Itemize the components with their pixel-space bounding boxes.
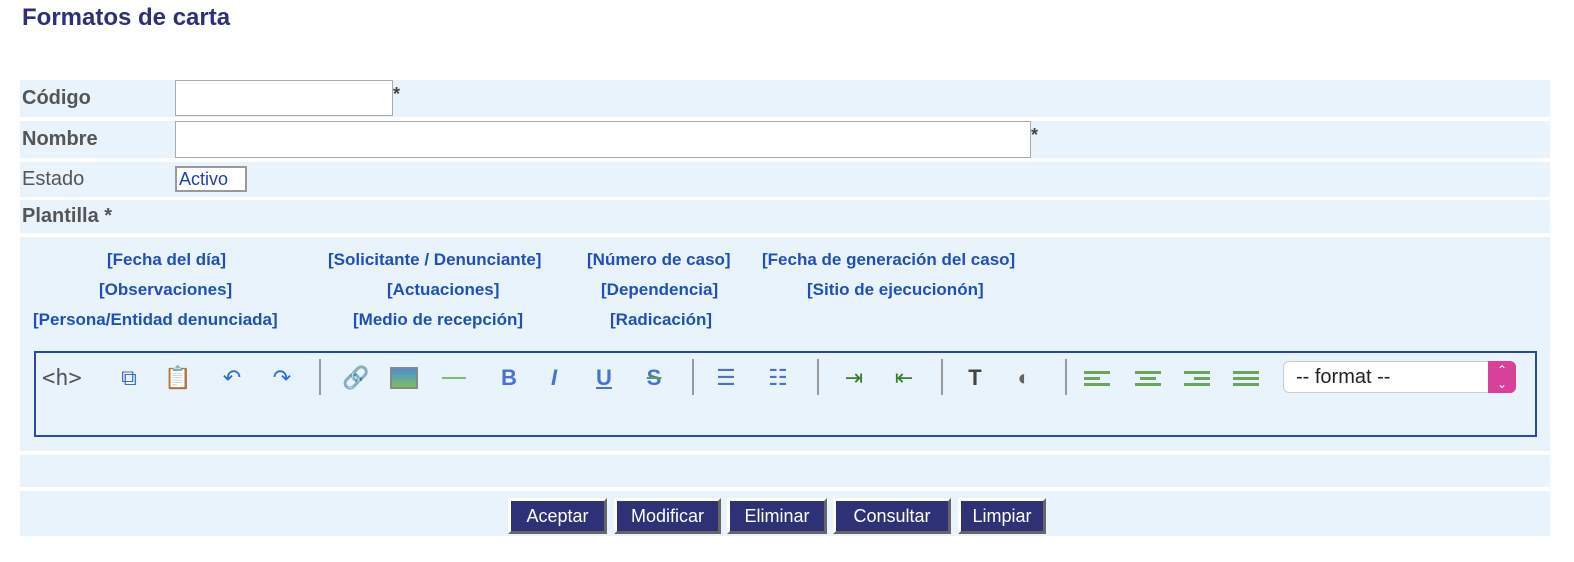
format-select-value: -- format -- [1296,366,1391,388]
required-mark: * [393,84,401,104]
placeholder-link[interactable]: [Solicitante / Denunciante] [328,250,541,270]
limpiar-button[interactable]: Limpiar [958,498,1046,534]
placeholder-link[interactable]: [Persona/Entidad denunciada] [33,310,278,330]
required-mark: * [1031,125,1039,145]
placeholder-link[interactable]: [Número de caso] [587,250,731,270]
consultar-button[interactable]: Consultar [833,498,951,534]
estado-label: Estado [22,168,85,190]
placeholder-link[interactable]: [Medio de recepción] [353,310,523,330]
text-color-icon[interactable]: T [960,363,990,393]
paste-icon[interactable]: 📋 [163,363,193,393]
codigo-row: Código * [20,80,1550,117]
estado-select[interactable]: Activo [175,166,247,192]
redo-icon[interactable]: ↷ [267,363,297,393]
align-center-icon[interactable] [1133,363,1163,393]
align-right-icon[interactable] [1182,363,1212,393]
indent-icon[interactable]: ⇥ [839,363,869,393]
toolbar-separator [319,359,321,395]
eliminar-button[interactable]: Eliminar [727,498,827,534]
select-arrows-icon: ⌃ ⌄ [1488,361,1516,393]
placeholder-link[interactable]: [Fecha de generación del caso] [762,250,1015,270]
heading-button[interactable]: <h> [42,361,82,395]
underline-icon[interactable]: U [589,363,619,393]
link-icon[interactable]: 🔗 [341,363,371,393]
placeholder-link[interactable]: [Observaciones] [99,280,232,300]
modificar-button[interactable]: Modificar [614,498,721,534]
outdent-icon[interactable]: ⇤ [889,363,919,393]
toolbar-separator [1065,359,1067,395]
spacer-row [20,455,1550,487]
placeholder-link[interactable]: [Fecha del día] [107,250,226,270]
italic-icon[interactable]: I [539,363,569,393]
format-select[interactable]: -- format -- ⌃ ⌄ [1283,361,1516,393]
undo-icon[interactable]: ↶ [217,363,247,393]
estado-row: Estado Activo [20,162,1550,197]
plantilla-label: Plantilla * [22,205,113,227]
background-color-icon[interactable]: ◐ [1009,363,1039,393]
align-justify-icon[interactable] [1231,363,1261,393]
align-left-icon[interactable] [1082,363,1112,393]
placeholder-link[interactable]: [Dependencia] [601,280,718,300]
nombre-row: Nombre * [20,121,1550,158]
strikethrough-icon[interactable]: S [639,363,669,393]
numbered-list-icon[interactable]: ☷ [763,363,793,393]
plantilla-row: Plantilla * [20,200,1550,233]
placeholder-link[interactable]: [Sitio de ejecucionón] [807,280,984,300]
aceptar-button[interactable]: Aceptar [508,498,607,534]
toolbar-separator [692,359,694,395]
page-title: Formatos de carta [22,4,231,31]
placeholder-link[interactable]: [Radicación] [610,310,712,330]
horizontal-rule-icon[interactable] [439,363,469,393]
codigo-input[interactable] [175,80,393,116]
placeholder-link[interactable]: [Actuaciones] [387,280,499,300]
actions-row: Aceptar Modificar Eliminar Consultar Lim… [20,491,1550,536]
rich-text-editor[interactable]: <h> ⧉ 📋 ↶ ↷ 🔗 B I U S ☰ ☷ ⇥ ⇤ T ◐ -- for… [34,351,1537,437]
toolbar-separator [941,359,943,395]
plantilla-editor-area: [Fecha del día] [Solicitante / Denuncian… [20,237,1550,451]
bold-icon[interactable]: B [494,363,524,393]
nombre-input[interactable] [175,121,1031,158]
image-icon[interactable] [389,363,419,393]
copy-icon[interactable]: ⧉ [114,363,144,393]
nombre-label: Nombre [22,128,98,150]
bullet-list-icon[interactable]: ☰ [711,363,741,393]
toolbar-separator [817,359,819,395]
codigo-label: Código [22,87,91,109]
